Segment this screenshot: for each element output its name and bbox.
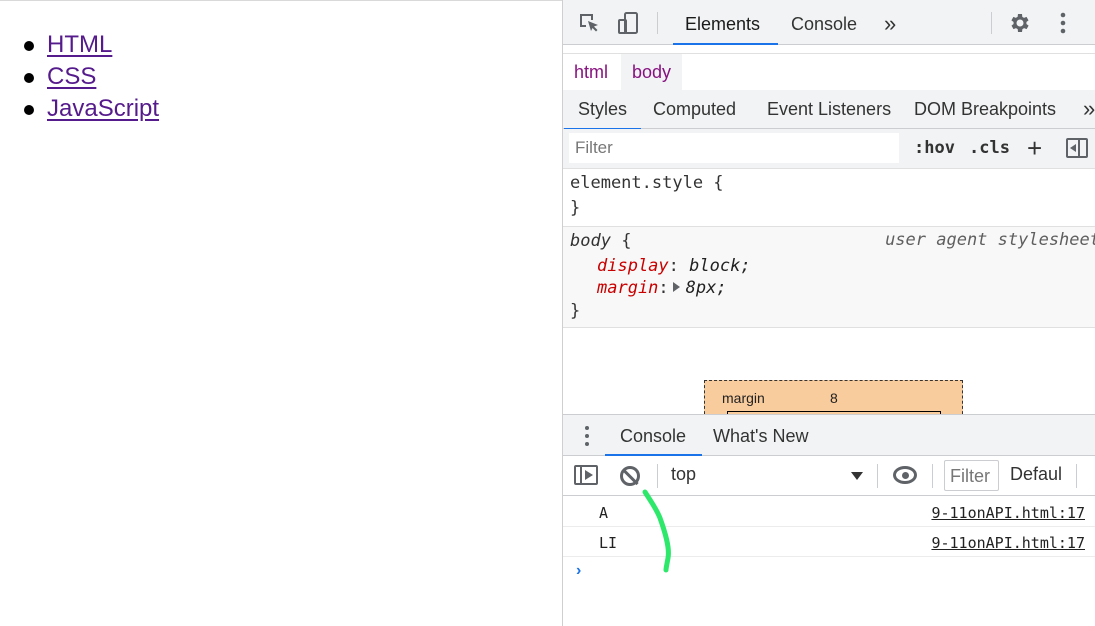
inspect-element-icon[interactable] [575, 9, 603, 37]
toggle-sidebar-icon[interactable] [1066, 138, 1088, 158]
list-item: CSS [24, 61, 159, 93]
more-options-icon[interactable] [1049, 9, 1077, 37]
toolbar-divider [877, 464, 878, 488]
context-selector[interactable]: top [671, 464, 696, 485]
log-levels-dropdown[interactable]: Defaul [1010, 464, 1062, 485]
tab-event-listeners[interactable]: Event Listeners [767, 90, 891, 129]
link-list: HTML CSS JavaScript [24, 29, 159, 125]
tab-console[interactable]: Console [791, 0, 857, 45]
element-style-selector[interactable]: element.style { [570, 171, 724, 196]
drawer-tab-console[interactable]: Console [604, 415, 703, 456]
box-model-diagram: margin 8 [563, 328, 1095, 414]
hov-toggle[interactable]: :hov [914, 138, 955, 158]
toolbar-divider [657, 12, 658, 34]
console-message-text: A [599, 504, 609, 522]
breadcrumb-html[interactable]: html [563, 54, 619, 90]
more-tabs-chevron-icon[interactable]: » [884, 0, 896, 45]
devtools-toolbar: Elements Console » [563, 0, 1095, 45]
settings-gear-icon[interactable] [1005, 9, 1033, 37]
link-html[interactable]: HTML [47, 31, 112, 58]
clear-console-icon[interactable] [620, 466, 640, 486]
more-subtabs-chevron-icon[interactable]: » [1083, 90, 1095, 129]
toolbar-divider [1076, 464, 1077, 488]
breadcrumb-body[interactable]: body [621, 54, 683, 90]
console-prompt[interactable]: › [576, 562, 581, 580]
rule-close-brace: } [570, 301, 581, 321]
dropdown-arrow-icon[interactable] [851, 472, 863, 480]
element-style-rule: element.style { } [563, 169, 1095, 227]
rule-open-brace: { [610, 231, 632, 251]
bullet-icon [24, 105, 34, 115]
property-name[interactable]: display [597, 256, 669, 276]
cls-toggle[interactable]: .cls [969, 138, 1010, 158]
page-viewport: HTML CSS JavaScript [0, 0, 562, 626]
console-message: A 9-11onAPI.html:17 [563, 497, 1095, 527]
property-name[interactable]: margin [597, 278, 658, 298]
rule-source: user agent stylesheet [885, 230, 1095, 250]
devtools-panel: Elements Console » html body Styles Comp… [562, 0, 1095, 626]
tab-elements[interactable]: Elements [672, 0, 779, 45]
console-message: LI 9-11onAPI.html:17 [563, 527, 1095, 557]
list-item: HTML [24, 29, 159, 61]
live-expression-eye-icon[interactable] [893, 466, 917, 484]
body-selector[interactable]: body [570, 231, 611, 251]
property-value[interactable]: block; [689, 256, 750, 276]
styles-filter-bar: Filter :hov .cls + [563, 129, 1095, 169]
link-javascript[interactable]: JavaScript [47, 95, 159, 122]
drawer-tabs: Console What's New [563, 414, 1095, 456]
body-style-rule: body { user agent stylesheet display: bl… [563, 227, 1095, 328]
drawer-tab-whats-new[interactable]: What's New [713, 415, 808, 456]
list-item: JavaScript [24, 93, 159, 125]
tab-computed[interactable]: Computed [653, 90, 736, 129]
toolbar-divider [991, 12, 992, 34]
toolbar-divider [657, 464, 658, 488]
margin-label: margin [722, 390, 765, 406]
rule-close-brace: } [570, 198, 581, 218]
device-toolbar-icon[interactable] [614, 9, 642, 37]
styles-filter-input[interactable]: Filter [569, 133, 899, 163]
tab-dom-breakpoints[interactable]: DOM Breakpoints [914, 90, 1056, 129]
margin-value[interactable]: 8 [830, 390, 838, 406]
console-filter-input[interactable]: Filter [944, 460, 999, 491]
console-source-link[interactable]: 9-11onAPI.html:17 [931, 504, 1085, 522]
property-value[interactable]: 8px; [686, 278, 727, 298]
drawer-menu-icon[interactable] [585, 426, 589, 450]
new-style-rule-plus-icon[interactable]: + [1027, 133, 1042, 164]
toolbar-divider [932, 464, 933, 488]
margin-box[interactable]: margin 8 [704, 380, 963, 414]
link-css[interactable]: CSS [47, 63, 96, 90]
show-sidebar-icon[interactable] [574, 465, 598, 485]
bullet-icon [24, 41, 34, 51]
expand-triangle-icon[interactable] [672, 282, 680, 292]
console-source-link[interactable]: 9-11onAPI.html:17 [931, 534, 1085, 552]
tab-styles[interactable]: Styles [563, 90, 642, 130]
console-toolbar: top Filter Defaul [563, 456, 1095, 496]
styles-pane-tabs: Styles Computed Event Listeners DOM Brea… [563, 90, 1095, 130]
console-message-text: LI [599, 534, 618, 552]
bullet-icon [24, 73, 34, 83]
breadcrumb: html body [563, 53, 1095, 90]
